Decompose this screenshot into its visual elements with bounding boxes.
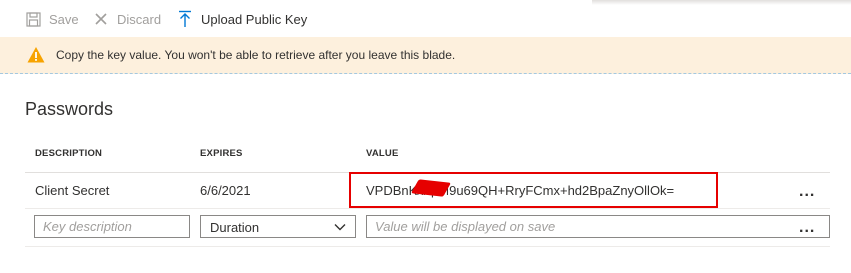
row-divider (25, 208, 830, 209)
duration-selected-value: Duration (210, 220, 260, 235)
highlight-box (349, 172, 718, 208)
chevron-down-icon (334, 221, 346, 233)
save-label: Save (49, 11, 79, 27)
upload-icon (177, 10, 193, 27)
row-description: Client Secret (35, 183, 110, 198)
value-input[interactable] (366, 215, 830, 238)
row-more-button[interactable]: ... (799, 184, 821, 201)
upload-label: Upload Public Key (201, 11, 308, 27)
close-icon (93, 11, 109, 27)
column-header-expires: EXPIRES (200, 148, 243, 159)
warning-icon (27, 46, 45, 64)
key-description-input[interactable] (34, 215, 190, 238)
column-header-description: DESCRIPTION (35, 148, 103, 159)
bottom-divider (25, 246, 830, 247)
banner-divider (0, 73, 851, 74)
overlay-shadow (592, 0, 851, 5)
section-title: Passwords (25, 99, 114, 119)
save-button[interactable]: Save (25, 9, 79, 29)
discard-label: Discard (117, 11, 162, 27)
new-row-more-button[interactable]: ... (799, 220, 821, 237)
discard-button[interactable]: Discard (93, 9, 161, 29)
warning-banner: Copy the key value. You won't be able to… (0, 37, 851, 74)
row-expires: 6/6/2021 (200, 183, 251, 198)
warning-message: Copy the key value. You won't be able to… (56, 48, 456, 62)
upload-public-key-button[interactable]: Upload Public Key (177, 9, 307, 29)
save-icon (25, 11, 41, 27)
column-header-value: VALUE (366, 148, 399, 159)
duration-select[interactable]: Duration (200, 215, 356, 238)
command-bar: Save Discard Upload Public Key (0, 0, 851, 37)
